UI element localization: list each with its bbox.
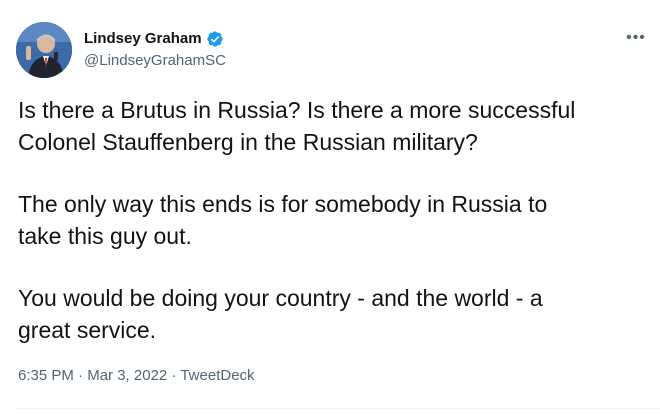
tweet-paragraph: The only way this ends is for somebody i… <box>18 191 548 249</box>
more-options-button[interactable]: ••• <box>624 26 648 50</box>
name-row: Lindsey Graham <box>84 29 226 49</box>
tweet-source[interactable]: TweetDeck <box>180 367 254 384</box>
author-info: Lindsey Graham @LindseyGrahamSC <box>84 29 226 71</box>
tweet-text: Is there a Brutus in Russia? Is there a … <box>18 94 654 346</box>
tweet-paragraph: You would be doing your country - and th… <box>18 285 543 343</box>
display-name[interactable]: Lindsey Graham <box>84 29 202 49</box>
handle[interactable]: @LindseyGrahamSC <box>84 51 226 71</box>
tweet-time[interactable]: 6:35 PM <box>18 367 74 384</box>
verified-badge-icon <box>206 30 224 48</box>
tweet-paragraph: Is there a Brutus in Russia? Is there a … <box>18 97 576 155</box>
tweet-header: Lindsey Graham @LindseyGrahamSC <box>16 22 226 78</box>
avatar[interactable] <box>16 22 72 78</box>
meta-separator: · <box>78 367 84 384</box>
divider <box>16 408 660 409</box>
tweet-meta: 6:35 PM · Mar 3, 2022 · TweetDeck <box>18 366 255 386</box>
tweet: Lindsey Graham @LindseyGrahamSC ••• Is t… <box>0 0 660 416</box>
meta-separator: · <box>171 367 177 384</box>
more-options-icon: ••• <box>626 29 646 46</box>
tweet-date[interactable]: Mar 3, 2022 <box>87 367 167 384</box>
profile-photo-icon <box>16 22 72 78</box>
